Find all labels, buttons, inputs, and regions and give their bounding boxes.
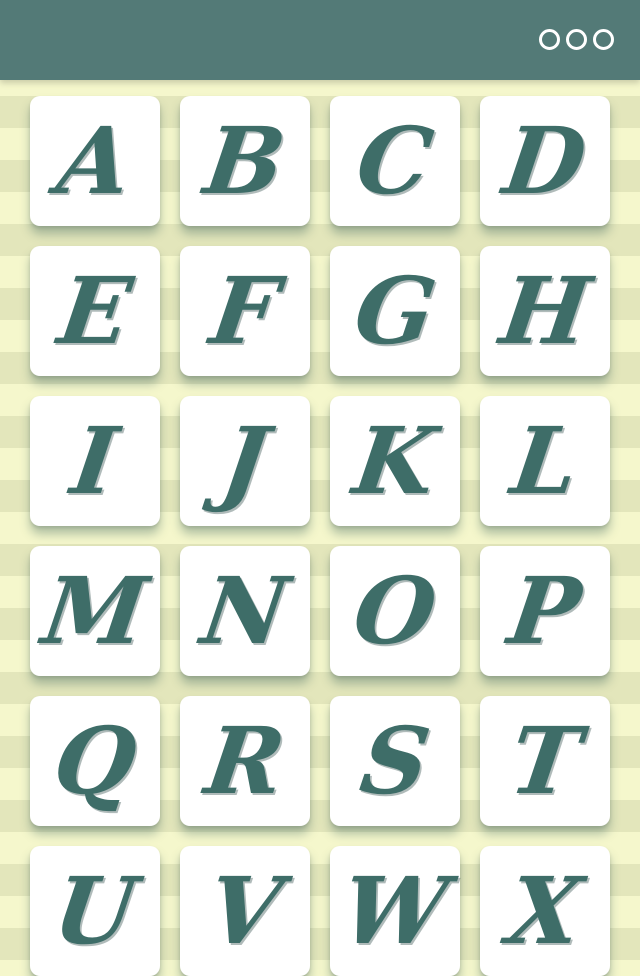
letter-tile-k[interactable]: K [330,396,460,526]
letter-tile-p[interactable]: P [480,546,610,676]
letter-grid: A B C D E F G H I J K L M N O P Q R S T … [30,96,610,976]
menu-dot-icon [566,29,587,50]
letter-label: P [502,557,588,665]
letter-label: A [51,107,139,215]
letter-tile-q[interactable]: Q [30,696,160,826]
letter-label: X [501,857,589,965]
letter-tile-b[interactable]: B [180,96,310,226]
top-bar [0,0,640,80]
letter-tile-r[interactable]: R [180,696,310,826]
letter-tile-t[interactable]: T [480,696,610,826]
letter-label: F [204,257,286,365]
letter-label: W [335,857,455,965]
letter-label: D [497,107,593,215]
letter-tile-i[interactable]: I [30,396,160,526]
letter-tile-f[interactable]: F [180,246,310,376]
letter-label: M [36,557,154,665]
letter-tile-m[interactable]: M [30,546,160,676]
letter-label: I [65,407,125,515]
letter-tile-h[interactable]: H [480,246,610,376]
letter-label: K [347,407,443,515]
more-options-button[interactable] [539,29,614,50]
letter-label: S [354,707,436,815]
letter-tile-w[interactable]: W [330,846,460,976]
letter-label: N [195,557,295,665]
letter-label: U [47,857,143,965]
letter-tile-o[interactable]: O [330,546,460,676]
letter-tile-l[interactable]: L [480,396,610,526]
letter-label: T [503,707,587,815]
letter-label: J [215,407,275,515]
letter-tile-n[interactable]: N [180,546,310,676]
menu-dot-icon [593,29,614,50]
letter-label: E [52,257,138,365]
letter-label: L [505,407,585,515]
menu-dot-icon [539,29,560,50]
letter-label: Q [47,707,143,815]
letter-label: O [347,557,443,665]
letter-label: H [493,257,597,365]
letter-label: R [199,707,291,815]
letter-label: B [198,107,292,215]
letter-tile-v[interactable]: V [180,846,310,976]
letter-tile-j[interactable]: J [180,396,310,526]
letter-tile-x[interactable]: X [480,846,610,976]
letter-label: C [350,107,440,215]
letter-tile-a[interactable]: A [30,96,160,226]
letter-tile-d[interactable]: D [480,96,610,226]
letter-tile-s[interactable]: S [330,696,460,826]
letter-tile-e[interactable]: E [30,246,160,376]
letter-label: V [201,857,289,965]
letter-tile-u[interactable]: U [30,846,160,976]
letter-tile-g[interactable]: G [330,246,460,376]
letter-tile-c[interactable]: C [330,96,460,226]
letter-label: G [348,257,442,365]
